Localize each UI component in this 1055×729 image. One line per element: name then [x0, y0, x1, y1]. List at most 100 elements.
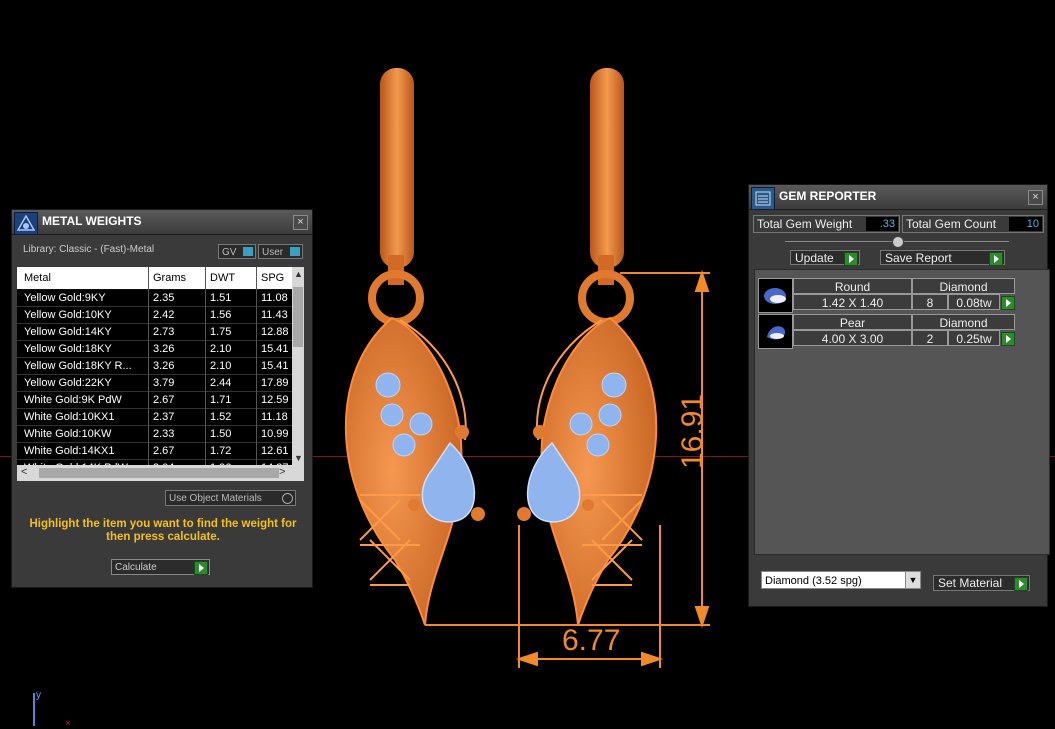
table-row[interactable]: Yellow Gold:18KY 3.26 2.10 15.41 — [17, 341, 292, 358]
grams-value: 3.79 — [153, 377, 175, 389]
gem-weight: 0.25tw — [948, 330, 1000, 346]
gem-weight: 0.08tw — [948, 294, 1000, 310]
scroll-right-icon[interactable]: > — [279, 466, 285, 478]
gem-shape: Round — [793, 278, 912, 294]
table-row[interactable]: Yellow Gold:18KY R... 3.26 2.10 15.41 — [17, 358, 292, 375]
column-header-metal[interactable]: Metal — [24, 272, 51, 284]
table-row[interactable]: Yellow Gold:14KY 2.73 1.75 12.88 — [17, 324, 292, 341]
metal-weights-close-button[interactable]: × — [293, 215, 308, 230]
height-dimension-label: 16.91 — [676, 393, 709, 469]
play-icon — [194, 561, 208, 575]
dwt-value: 1.50 — [210, 428, 232, 440]
user-toggle-icon — [290, 247, 300, 256]
left-earring — [344, 68, 485, 626]
h-scroll-thumb[interactable] — [39, 468, 279, 478]
grams-value: 3.26 — [153, 343, 175, 355]
material-select-value: Diamond (3.52 spg) — [765, 575, 862, 587]
gem-select-button[interactable] — [1001, 332, 1015, 346]
total-gem-count-value: 10 — [1009, 217, 1042, 231]
table-row[interactable]: Yellow Gold:22KY 3.79 2.44 17.89 — [17, 375, 292, 392]
pear-gem-icon — [758, 314, 793, 349]
grams-value: 2.73 — [153, 326, 175, 338]
scroll-up-icon[interactable]: ▲ — [294, 269, 303, 279]
column-header-grams[interactable]: Grams — [153, 272, 186, 284]
gem-select-button[interactable] — [1001, 296, 1015, 310]
calculate-label: Calculate — [115, 562, 157, 573]
spg-value: 11.43 — [261, 309, 288, 321]
scroll-thumb[interactable] — [293, 287, 303, 347]
chevron-down-icon[interactable]: ▼ — [905, 572, 920, 588]
play-icon — [989, 252, 1003, 266]
metal-name: Yellow Gold:9KY — [24, 292, 106, 304]
slider-handle[interactable] — [892, 236, 904, 248]
grams-value: 2.37 — [153, 411, 175, 423]
calculate-button[interactable]: Calculate — [111, 559, 210, 575]
metal-weights-icon — [14, 212, 38, 235]
table-row[interactable]: White Gold:10KX1 2.37 1.52 11.18 — [17, 409, 292, 426]
spg-value: 12.61 — [261, 445, 289, 457]
metal-name: White Gold:10KX1 — [24, 411, 115, 423]
spg-value: 10.99 — [261, 428, 289, 440]
grams-value: 2.42 — [153, 309, 175, 321]
metal-table-header: Metal Grams DWT SPG — [17, 267, 292, 289]
spg-value: 15.41 — [261, 360, 289, 372]
table-row[interactable]: White Gold:14KX1 2.67 1.72 12.61 — [17, 443, 292, 460]
total-gem-weight-label: Total Gem Weight — [757, 217, 853, 231]
metal-name: Yellow Gold:18KY R... — [24, 360, 132, 372]
dwt-value: 2.10 — [210, 360, 232, 372]
grams-value: 2.67 — [153, 445, 175, 457]
gem-size: 1.42 X 1.40 — [793, 294, 912, 310]
spg-value: 15.41 — [261, 343, 289, 355]
metal-weights-titlebar[interactable]: METAL WEIGHTS × — [12, 210, 312, 235]
table-row[interactable]: Yellow Gold:10KY 2.42 1.56 11.43 — [17, 307, 292, 324]
metal-name: White Gold:9K PdW — [24, 394, 122, 406]
column-header-spg[interactable]: SPG — [261, 272, 284, 284]
dwt-value: 2.10 — [210, 343, 232, 355]
set-material-button[interactable]: Set Material — [933, 575, 1030, 591]
gv-toggle[interactable]: GV — [218, 244, 256, 259]
spg-value: 12.59 — [261, 394, 289, 406]
gem-reporter-panel: GEM REPORTER × Total Gem Weight .33 Tota… — [748, 184, 1050, 607]
gem-row[interactable]: Pear Diamond 4.00 X 3.00 2 0.25tw — [758, 314, 1016, 350]
user-toggle[interactable]: User — [258, 244, 303, 259]
gem-row[interactable]: Round Diamond 1.42 X 1.40 8 0.08tw — [758, 278, 1016, 314]
table-row[interactable]: White Gold:10KW 2.33 1.50 10.99 — [17, 426, 292, 443]
play-icon — [1014, 577, 1028, 591]
table-row[interactable]: White Gold:9K PdW 2.67 1.71 12.59 — [17, 392, 292, 409]
metal-name: Yellow Gold:22KY — [24, 377, 112, 389]
gem-reporter-titlebar[interactable]: GEM REPORTER × — [749, 185, 1047, 210]
metal-name: Yellow Gold:14KY — [24, 326, 112, 338]
user-toggle-label: User — [262, 247, 284, 258]
y-axis-indicator — [33, 693, 35, 726]
set-material-label: Set Material — [938, 576, 1003, 590]
metal-table-body: Yellow Gold:9KY 2.35 1.51 11.08 Yellow Gold… — [17, 290, 292, 477]
column-divider — [205, 267, 206, 465]
horizontal-scrollbar[interactable]: < > — [17, 465, 304, 481]
save-report-button[interactable]: Save Report — [880, 250, 1005, 266]
radio-icon — [282, 493, 293, 504]
play-icon — [844, 252, 858, 266]
gem-list[interactable]: Round Diamond 1.42 X 1.40 8 0.08tw Pear … — [754, 269, 1050, 555]
material-select[interactable]: Diamond (3.52 spg) ▼ — [761, 571, 921, 589]
vertical-scrollbar[interactable]: ▲ ▼ — [292, 267, 304, 465]
scroll-left-icon[interactable]: < — [21, 466, 27, 478]
column-header-dwt[interactable]: DWT — [210, 272, 235, 284]
gem-material: Diamond — [912, 278, 1015, 294]
metal-table[interactable]: Metal Grams DWT SPG Yellow Gold:9KY 2.35 1… — [17, 267, 304, 481]
use-object-materials-toggle[interactable]: Use Object Materials — [165, 490, 296, 506]
metal-weights-title: METAL WEIGHTS — [42, 214, 142, 228]
width-dimension-label: 6.77 — [562, 624, 621, 657]
gem-reporter-close-button[interactable]: × — [1028, 190, 1043, 205]
right-earring — [517, 68, 658, 626]
dwt-value: 1.75 — [210, 326, 232, 338]
spg-value: 17.89 — [261, 377, 289, 389]
table-row[interactable]: Yellow Gold:9KY 2.35 1.51 11.08 — [17, 290, 292, 307]
dwt-value: 2.44 — [210, 377, 232, 389]
column-divider — [256, 267, 257, 465]
dwt-value: 1.56 — [210, 309, 232, 321]
scroll-down-icon[interactable]: ▼ — [294, 453, 303, 463]
instruction-text: Highlight the item you want to find the … — [29, 518, 297, 543]
metal-name: White Gold:10KW — [24, 428, 112, 440]
spg-value: 12.88 — [261, 326, 289, 338]
update-button[interactable]: Update — [790, 250, 860, 266]
